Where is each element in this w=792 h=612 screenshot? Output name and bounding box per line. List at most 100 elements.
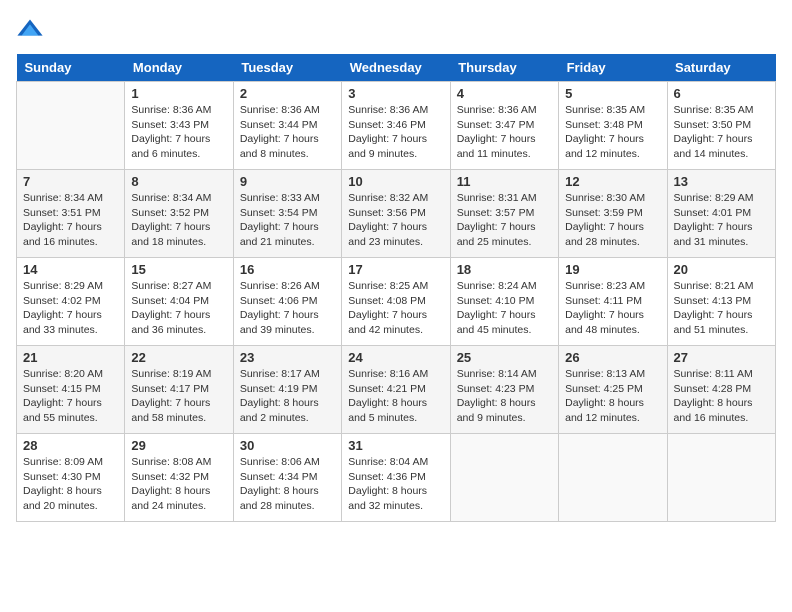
calendar-week-3: 14 Sunrise: 8:29 AMSunset: 4:02 PMDayligh… [17, 258, 776, 346]
day-number: 8 [131, 174, 226, 189]
day-number: 10 [348, 174, 443, 189]
calendar-cell [450, 434, 558, 522]
day-info: Sunrise: 8:17 AMSunset: 4:19 PMDaylight:… [240, 367, 335, 426]
calendar-cell: 24 Sunrise: 8:16 AMSunset: 4:21 PMDayligh… [342, 346, 450, 434]
day-info: Sunrise: 8:13 AMSunset: 4:25 PMDaylight:… [565, 367, 660, 426]
day-info: Sunrise: 8:11 AMSunset: 4:28 PMDaylight:… [674, 367, 769, 426]
calendar-cell: 28 Sunrise: 8:09 AMSunset: 4:30 PMDayligh… [17, 434, 125, 522]
calendar-week-5: 28 Sunrise: 8:09 AMSunset: 4:30 PMDayligh… [17, 434, 776, 522]
calendar-week-4: 21Sunrise: 8:20 AMSunset: 4:15 PMDayligh… [17, 346, 776, 434]
calendar-cell: 9Sunrise: 8:33 AMSunset: 3:54 PMDaylight… [233, 170, 341, 258]
day-info: Sunrise: 8:26 AMSunset: 4:06 PMDaylight:… [240, 279, 335, 338]
day-info: Sunrise: 8:14 AMSunset: 4:23 PMDaylight:… [457, 367, 552, 426]
calendar-cell: 25 Sunrise: 8:14 AMSunset: 4:23 PMDayligh… [450, 346, 558, 434]
calendar-cell: 12 Sunrise: 8:30 AMSunset: 3:59 PMDayligh… [559, 170, 667, 258]
weekday-tuesday: Tuesday [233, 54, 341, 82]
calendar-cell: 7 Sunrise: 8:34 AMSunset: 3:51 PMDaylight… [17, 170, 125, 258]
day-number: 3 [348, 86, 443, 101]
day-number: 25 [457, 350, 552, 365]
weekday-saturday: Saturday [667, 54, 775, 82]
calendar-cell: 29Sunrise: 8:08 AMSunset: 4:32 PMDayligh… [125, 434, 233, 522]
day-number: 2 [240, 86, 335, 101]
day-number: 12 [565, 174, 660, 189]
calendar-cell: 5 Sunrise: 8:35 AMSunset: 3:48 PMDaylight… [559, 82, 667, 170]
day-number: 13 [674, 174, 769, 189]
calendar-cell: 19Sunrise: 8:23 AMSunset: 4:11 PMDayligh… [559, 258, 667, 346]
day-number: 29 [131, 438, 226, 453]
day-info: Sunrise: 8:35 AMSunset: 3:48 PMDaylight:… [565, 103, 660, 162]
day-number: 27 [674, 350, 769, 365]
calendar-cell: 11Sunrise: 8:31 AMSunset: 3:57 PMDayligh… [450, 170, 558, 258]
day-info: Sunrise: 8:36 AMSunset: 3:43 PMDaylight:… [131, 103, 226, 162]
day-number: 31 [348, 438, 443, 453]
weekday-friday: Friday [559, 54, 667, 82]
day-info: Sunrise: 8:34 AMSunset: 3:52 PMDaylight:… [131, 191, 226, 250]
calendar-week-2: 7 Sunrise: 8:34 AMSunset: 3:51 PMDaylight… [17, 170, 776, 258]
day-info: Sunrise: 8:31 AMSunset: 3:57 PMDaylight:… [457, 191, 552, 250]
day-info: Sunrise: 8:27 AMSunset: 4:04 PMDaylight:… [131, 279, 226, 338]
calendar-cell: 30 Sunrise: 8:06 AMSunset: 4:34 PMDayligh… [233, 434, 341, 522]
day-info: Sunrise: 8:36 AMSunset: 3:44 PMDaylight:… [240, 103, 335, 162]
weekday-thursday: Thursday [450, 54, 558, 82]
day-number: 23 [240, 350, 335, 365]
day-info: Sunrise: 8:16 AMSunset: 4:21 PMDaylight:… [348, 367, 443, 426]
weekday-monday: Monday [125, 54, 233, 82]
weekday-sunday: Sunday [17, 54, 125, 82]
calendar-cell: 21Sunrise: 8:20 AMSunset: 4:15 PMDayligh… [17, 346, 125, 434]
calendar-cell [17, 82, 125, 170]
calendar-cell: 16Sunrise: 8:26 AMSunset: 4:06 PMDayligh… [233, 258, 341, 346]
day-number: 4 [457, 86, 552, 101]
day-number: 17 [348, 262, 443, 277]
day-info: Sunrise: 8:29 AMSunset: 4:02 PMDaylight:… [23, 279, 118, 338]
day-info: Sunrise: 8:06 AMSunset: 4:34 PMDaylight:… [240, 455, 335, 514]
day-number: 20 [674, 262, 769, 277]
day-info: Sunrise: 8:29 AMSunset: 4:01 PMDaylight:… [674, 191, 769, 250]
page-header [16, 16, 776, 44]
calendar-cell: 15 Sunrise: 8:27 AMSunset: 4:04 PMDayligh… [125, 258, 233, 346]
logo-icon [16, 16, 44, 44]
calendar-cell: 27 Sunrise: 8:11 AMSunset: 4:28 PMDayligh… [667, 346, 775, 434]
day-info: Sunrise: 8:04 AMSunset: 4:36 PMDaylight:… [348, 455, 443, 514]
calendar-cell: 8 Sunrise: 8:34 AMSunset: 3:52 PMDaylight… [125, 170, 233, 258]
calendar-cell [667, 434, 775, 522]
calendar-table: SundayMondayTuesdayWednesdayThursdayFrid… [16, 54, 776, 522]
day-number: 1 [131, 86, 226, 101]
calendar-cell: 18 Sunrise: 8:24 AMSunset: 4:10 PMDayligh… [450, 258, 558, 346]
calendar-cell: 20 Sunrise: 8:21 AMSunset: 4:13 PMDayligh… [667, 258, 775, 346]
calendar-cell: 13 Sunrise: 8:29 AMSunset: 4:01 PMDayligh… [667, 170, 775, 258]
day-info: Sunrise: 8:35 AMSunset: 3:50 PMDaylight:… [674, 103, 769, 162]
calendar-cell: 2 Sunrise: 8:36 AMSunset: 3:44 PMDaylight… [233, 82, 341, 170]
calendar-cell: 22 Sunrise: 8:19 AMSunset: 4:17 PMDayligh… [125, 346, 233, 434]
day-info: Sunrise: 8:36 AMSunset: 3:47 PMDaylight:… [457, 103, 552, 162]
day-info: Sunrise: 8:33 AMSunset: 3:54 PMDaylight:… [240, 191, 335, 250]
day-info: Sunrise: 8:25 AMSunset: 4:08 PMDaylight:… [348, 279, 443, 338]
day-number: 14 [23, 262, 118, 277]
day-info: Sunrise: 8:24 AMSunset: 4:10 PMDaylight:… [457, 279, 552, 338]
day-info: Sunrise: 8:34 AMSunset: 3:51 PMDaylight:… [23, 191, 118, 250]
day-number: 21 [23, 350, 118, 365]
day-info: Sunrise: 8:30 AMSunset: 3:59 PMDaylight:… [565, 191, 660, 250]
calendar-week-1: 1 Sunrise: 8:36 AMSunset: 3:43 PMDaylight… [17, 82, 776, 170]
calendar-cell: 10 Sunrise: 8:32 AMSunset: 3:56 PMDayligh… [342, 170, 450, 258]
calendar-cell: 4 Sunrise: 8:36 AMSunset: 3:47 PMDaylight… [450, 82, 558, 170]
day-number: 6 [674, 86, 769, 101]
day-number: 30 [240, 438, 335, 453]
day-number: 28 [23, 438, 118, 453]
day-number: 19 [565, 262, 660, 277]
calendar-cell: 23 Sunrise: 8:17 AMSunset: 4:19 PMDayligh… [233, 346, 341, 434]
day-number: 24 [348, 350, 443, 365]
calendar-cell: 14 Sunrise: 8:29 AMSunset: 4:02 PMDayligh… [17, 258, 125, 346]
day-number: 18 [457, 262, 552, 277]
day-number: 7 [23, 174, 118, 189]
calendar-cell: 6 Sunrise: 8:35 AMSunset: 3:50 PMDaylight… [667, 82, 775, 170]
day-number: 15 [131, 262, 226, 277]
day-info: Sunrise: 8:32 AMSunset: 3:56 PMDaylight:… [348, 191, 443, 250]
day-number: 22 [131, 350, 226, 365]
calendar-cell: 31 Sunrise: 8:04 AMSunset: 4:36 PMDayligh… [342, 434, 450, 522]
day-info: Sunrise: 8:21 AMSunset: 4:13 PMDaylight:… [674, 279, 769, 338]
day-info: Sunrise: 8:09 AMSunset: 4:30 PMDaylight:… [23, 455, 118, 514]
day-number: 5 [565, 86, 660, 101]
calendar-cell: 3Sunrise: 8:36 AMSunset: 3:46 PMDaylight… [342, 82, 450, 170]
weekday-header-row: SundayMondayTuesdayWednesdayThursdayFrid… [17, 54, 776, 82]
day-info: Sunrise: 8:19 AMSunset: 4:17 PMDaylight:… [131, 367, 226, 426]
